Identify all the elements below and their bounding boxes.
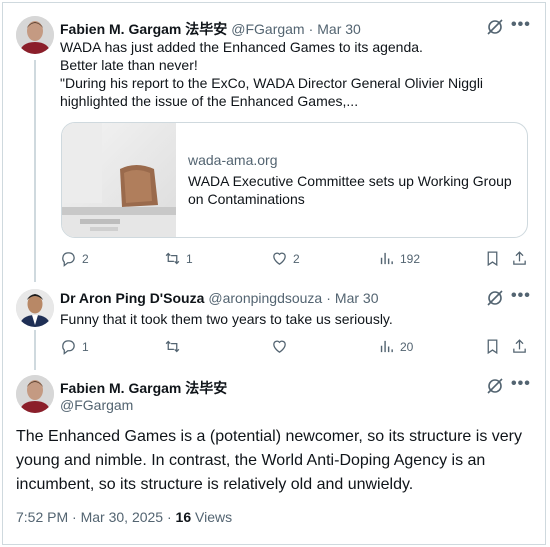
tweet-line: WADA has just added the Enhanced Games t… — [60, 39, 423, 55]
bookmark-button[interactable] — [484, 250, 501, 267]
retweet-count: 1 — [186, 251, 193, 266]
retweet-icon — [165, 252, 180, 265]
author-handle[interactable]: @aronpingdsouza — [208, 290, 322, 306]
tweet-header: Fabien M. Gargam 法毕安 @FGargam · Mar 30 — [60, 19, 361, 39]
heart-icon — [273, 340, 286, 353]
separator: · — [308, 21, 314, 37]
reply-button[interactable]: 2 — [60, 250, 89, 267]
share-icon — [513, 339, 526, 353]
more-icon[interactable]: ••• — [511, 375, 531, 393]
tweet-date[interactable]: Mar 30 — [317, 21, 361, 37]
tweet-date[interactable]: Mar 30, 2025 — [81, 509, 164, 525]
reply-icon — [62, 252, 75, 267]
tweet-actions: 1 20 — [60, 338, 530, 358]
card-title-cont: on Contaminations — [188, 191, 305, 207]
reply-icon — [62, 340, 75, 355]
card-image — [62, 123, 176, 237]
tweet-line: young and nimble. In contrast, the World… — [16, 452, 486, 469]
card-body: wada-ama.org WADA Executive Committee se… — [176, 123, 512, 237]
retweet-button[interactable]: 1 — [164, 250, 193, 267]
tweet-header: Dr Aron Ping D'Souza @aronpingdsouza · M… — [60, 290, 378, 306]
tweet-line: "During his report to the ExCo, WADA Dir… — [60, 75, 484, 91]
views-count: 192 — [400, 251, 421, 266]
avatar[interactable] — [16, 289, 54, 327]
retweet-button[interactable] — [164, 338, 186, 355]
grok-icon[interactable] — [486, 289, 504, 307]
like-count: 2 — [293, 251, 300, 266]
tweet-text: The Enhanced Games is a (potential) newc… — [16, 425, 531, 497]
views-button[interactable]: 20 — [378, 338, 413, 355]
grok-icon[interactable] — [486, 377, 504, 395]
tweet-line: highlighted the issue of the Enhanced Ga… — [60, 93, 359, 109]
author-handle[interactable]: @FGargam — [231, 21, 304, 37]
share-button[interactable] — [511, 338, 528, 355]
separator: · — [72, 509, 77, 525]
reply-count: 1 — [82, 339, 89, 354]
views-icon — [380, 252, 393, 265]
heart-icon — [273, 252, 286, 265]
author-name-row: Fabien M. Gargam 法毕安 — [60, 378, 227, 398]
tweet-meta: 7:52 PM · Mar 30, 2025 · 16 Views — [16, 509, 232, 525]
share-button[interactable] — [511, 250, 528, 267]
card-domain: wada-ama.org — [188, 152, 278, 168]
bookmark-icon — [487, 251, 498, 267]
tweet-time[interactable]: 7:52 PM — [16, 509, 68, 525]
like-button[interactable] — [271, 338, 293, 355]
reply-button[interactable]: 1 — [60, 338, 89, 355]
bookmark-icon — [487, 339, 498, 355]
avatar[interactable] — [16, 16, 54, 54]
card-title: WADA Executive Committee sets up Working… — [188, 173, 512, 189]
reply-count: 2 — [82, 251, 89, 266]
grok-icon[interactable] — [486, 18, 504, 36]
tweet-text: WADA has just added the Enhanced Games t… — [60, 38, 483, 110]
like-button[interactable]: 2 — [271, 250, 300, 267]
author-handle-row: @FGargam — [60, 397, 133, 413]
more-icon[interactable]: ••• — [511, 287, 531, 305]
thread-line — [34, 60, 36, 282]
retweet-icon — [165, 340, 180, 353]
more-icon[interactable]: ••• — [511, 16, 531, 34]
tweet-date[interactable]: Mar 30 — [335, 290, 379, 306]
author-name[interactable]: Dr Aron Ping D'Souza — [60, 290, 204, 306]
tweet-text: Funny that it took them two years to tak… — [60, 311, 393, 327]
author-name[interactable]: Fabien M. Gargam 法毕安 — [60, 19, 227, 39]
views-button[interactable]: 192 — [378, 250, 420, 267]
share-icon — [513, 251, 526, 265]
author-handle[interactable]: @FGargam — [60, 397, 133, 413]
views-count: 16 — [175, 509, 192, 525]
separator: · — [326, 290, 331, 306]
views-count: 20 — [400, 339, 414, 354]
views-icon — [380, 340, 393, 353]
tweet-actions: 2 1 2 192 — [60, 250, 530, 270]
bookmark-button[interactable] — [484, 338, 501, 355]
thread-line — [34, 330, 36, 370]
tweet-line: Better late than never! — [60, 57, 198, 73]
author-name[interactable]: Fabien M. Gargam 法毕安 — [60, 378, 227, 398]
views-label: Views — [195, 509, 233, 525]
link-card[interactable]: wada-ama.org WADA Executive Committee se… — [61, 122, 528, 238]
tweet-line: The Enhanced Games is a (potential) newc… — [16, 428, 522, 445]
tweet-line: incumbent, so its structure is relativel… — [16, 476, 414, 493]
separator: · — [166, 509, 172, 525]
avatar[interactable] — [16, 375, 54, 413]
